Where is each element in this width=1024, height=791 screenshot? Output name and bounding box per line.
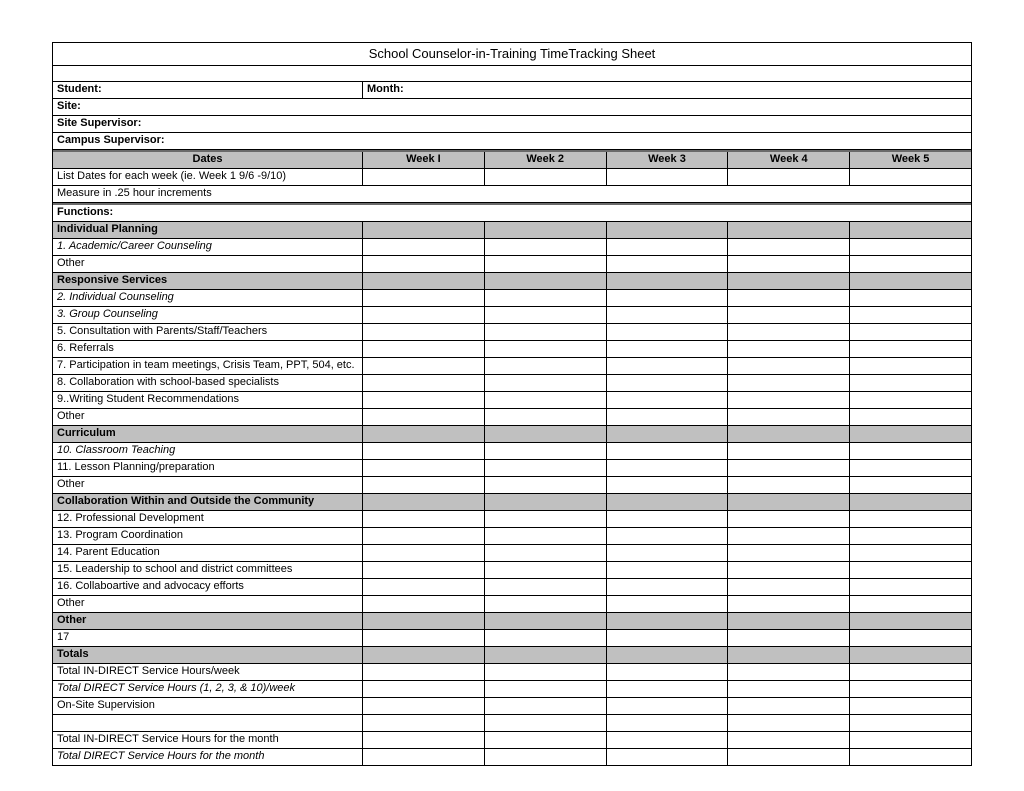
- section-collaboration-label: Collaboration Within and Outside the Com…: [53, 494, 363, 510]
- campus-supervisor-row: Campus Supervisor:: [53, 133, 971, 150]
- section-other: Other: [53, 613, 971, 630]
- label-co13: 13. Program Coordination: [53, 528, 363, 544]
- title-row: School Counselor-in-Training TimeTrackin…: [53, 43, 971, 66]
- page: School Counselor-in-Training TimeTrackin…: [0, 0, 1024, 791]
- spacer-cell: [53, 66, 971, 81]
- measure-label: Measure in .25 hour increments: [53, 186, 971, 202]
- list-dates-w2[interactable]: [485, 169, 607, 185]
- site-label: Site:: [53, 99, 971, 115]
- label-rs2: 2. Individual Counseling: [53, 290, 363, 306]
- label-onsite: On-Site Supervision: [53, 698, 363, 714]
- row-co13: 13. Program Coordination: [53, 528, 971, 545]
- section-curriculum: Curriculum: [53, 426, 971, 443]
- list-dates-label: List Dates for each week (ie. Week 1 9/6…: [53, 169, 363, 185]
- label-co16: 16. Collaboartive and advocacy efforts: [53, 579, 363, 595]
- row-ip-other: Other: [53, 256, 971, 273]
- label-rs3: 3. Group Counseling: [53, 307, 363, 323]
- row-indirect-week: Total IN-DIRECT Service Hours/week: [53, 664, 971, 681]
- month-label: Month:: [363, 82, 971, 98]
- timesheet-grid: School Counselor-in-Training TimeTrackin…: [52, 42, 972, 766]
- label-rs5: 5. Consultation with Parents/Staff/Teach…: [53, 324, 363, 340]
- row-rs5: 5. Consultation with Parents/Staff/Teach…: [53, 324, 971, 341]
- row-rs8: 8. Collaboration with school-based speci…: [53, 375, 971, 392]
- label-co14: 14. Parent Education: [53, 545, 363, 561]
- row-cu-other: Other: [53, 477, 971, 494]
- label-direct-month: Total DIRECT Service Hours for the month: [53, 749, 363, 765]
- blank-spacer-label: [53, 715, 363, 731]
- row-co15: 15. Leadership to school and district co…: [53, 562, 971, 579]
- label-rs6: 6. Referrals: [53, 341, 363, 357]
- label-ip-other: Other: [53, 256, 363, 272]
- col-week4: Week 4: [728, 152, 850, 168]
- row-co-other: Other: [53, 596, 971, 613]
- row-ot17: 17: [53, 630, 971, 647]
- site-supervisor-label: Site Supervisor:: [53, 116, 971, 132]
- row-rs-other: Other: [53, 409, 971, 426]
- functions-label: Functions:: [53, 205, 971, 221]
- measure-row: Measure in .25 hour increments: [53, 186, 971, 203]
- label-rs7: 7. Participation in team meetings, Crisi…: [53, 358, 363, 374]
- sheet-title: School Counselor-in-Training TimeTrackin…: [53, 43, 971, 65]
- label-co15: 15. Leadership to school and district co…: [53, 562, 363, 578]
- section-individual-planning: Individual Planning: [53, 222, 971, 239]
- label-cu-other: Other: [53, 477, 363, 493]
- col-dates: Dates: [53, 152, 363, 168]
- section-responsive-services: Responsive Services: [53, 273, 971, 290]
- row-rs6: 6. Referrals: [53, 341, 971, 358]
- row-rs7: 7. Participation in team meetings, Crisi…: [53, 358, 971, 375]
- row-indirect-month: Total IN-DIRECT Service Hours for the mo…: [53, 732, 971, 749]
- col-week1: Week I: [363, 152, 485, 168]
- list-dates-row: List Dates for each week (ie. Week 1 9/6…: [53, 169, 971, 186]
- col-week2: Week 2: [485, 152, 607, 168]
- row-rs3: 3. Group Counseling: [53, 307, 971, 324]
- campus-supervisor-label: Campus Supervisor:: [53, 133, 971, 149]
- row-cu10: 10. Classroom Teaching: [53, 443, 971, 460]
- student-month-row: Student: Month:: [53, 82, 971, 99]
- list-dates-w5[interactable]: [850, 169, 971, 185]
- row-co16: 16. Collaboartive and advocacy efforts: [53, 579, 971, 596]
- row-blank-spacer: [53, 715, 971, 732]
- column-header-row: Dates Week I Week 2 Week 3 Week 4 Week 5: [53, 150, 971, 169]
- spacer-row: [53, 66, 971, 82]
- col-week3: Week 3: [607, 152, 729, 168]
- label-rs9: 9..Writing Student Recommendations: [53, 392, 363, 408]
- student-label: Student:: [53, 82, 363, 98]
- functions-header-row: Functions:: [53, 203, 971, 222]
- label-co12: 12. Professional Development: [53, 511, 363, 527]
- section-curriculum-label: Curriculum: [53, 426, 363, 442]
- section-responsive-services-label: Responsive Services: [53, 273, 363, 289]
- section-individual-planning-label: Individual Planning: [53, 222, 363, 238]
- col-week5: Week 5: [850, 152, 971, 168]
- label-cu10: 10. Classroom Teaching: [53, 443, 363, 459]
- label-cu11: 11. Lesson Planning/preparation: [53, 460, 363, 476]
- list-dates-w1[interactable]: [363, 169, 485, 185]
- label-ot17: 17: [53, 630, 363, 646]
- row-ip1: 1. Academic/Career Counseling: [53, 239, 971, 256]
- row-rs2: 2. Individual Counseling: [53, 290, 971, 307]
- label-co-other: Other: [53, 596, 363, 612]
- section-totals-label: Totals: [53, 647, 363, 663]
- label-rs8: 8. Collaboration with school-based speci…: [53, 375, 363, 391]
- row-direct-week: Total DIRECT Service Hours (1, 2, 3, & 1…: [53, 681, 971, 698]
- site-row: Site:: [53, 99, 971, 116]
- section-totals: Totals: [53, 647, 971, 664]
- row-onsite: On-Site Supervision: [53, 698, 971, 715]
- label-ip1: 1. Academic/Career Counseling: [53, 239, 363, 255]
- section-other-label: Other: [53, 613, 363, 629]
- row-cu11: 11. Lesson Planning/preparation: [53, 460, 971, 477]
- site-supervisor-row: Site Supervisor:: [53, 116, 971, 133]
- row-co14: 14. Parent Education: [53, 545, 971, 562]
- row-rs9: 9..Writing Student Recommendations: [53, 392, 971, 409]
- label-indirect-month: Total IN-DIRECT Service Hours for the mo…: [53, 732, 363, 748]
- list-dates-w3[interactable]: [607, 169, 729, 185]
- row-co12: 12. Professional Development: [53, 511, 971, 528]
- row-direct-month: Total DIRECT Service Hours for the month: [53, 749, 971, 765]
- list-dates-w4[interactable]: [728, 169, 850, 185]
- label-rs-other: Other: [53, 409, 363, 425]
- label-indirect-week: Total IN-DIRECT Service Hours/week: [53, 664, 363, 680]
- label-direct-week: Total DIRECT Service Hours (1, 2, 3, & 1…: [53, 681, 363, 697]
- section-collaboration: Collaboration Within and Outside the Com…: [53, 494, 971, 511]
